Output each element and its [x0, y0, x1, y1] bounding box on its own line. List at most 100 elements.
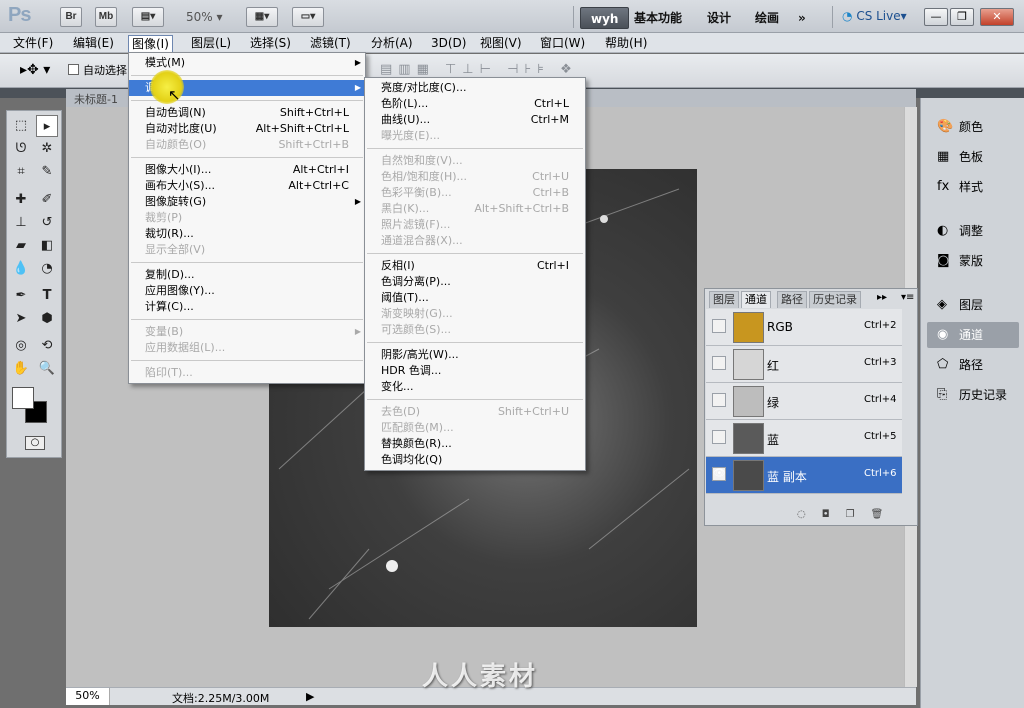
- tab-paths[interactable]: 路径: [777, 291, 807, 308]
- history-brush-icon[interactable]: ↺: [36, 212, 58, 234]
- image-menu-item[interactable]: 图像大小(I)... Alt+Ctrl+I: [129, 162, 365, 178]
- close-button[interactable]: ✕: [980, 8, 1014, 26]
- foreground-color-swatch[interactable]: [12, 387, 34, 409]
- channel-row-rgb[interactable]: RGB Ctrl+2: [706, 309, 902, 346]
- move-tool-icon[interactable]: ▸: [36, 115, 58, 137]
- adjust-menu-item[interactable]: 阴影/高光(W)...: [365, 347, 585, 363]
- channel-row-red[interactable]: 红 Ctrl+3: [706, 346, 902, 383]
- image-menu-item[interactable]: 模式(M) ▶: [129, 55, 365, 71]
- menu-select[interactable]: 选择(S): [247, 35, 294, 52]
- status-zoom-field[interactable]: 50%: [66, 688, 110, 705]
- lasso-tool-icon[interactable]: ᘎ: [10, 138, 32, 160]
- channel-row-blue-copy[interactable]: 👁 蓝 副本 Ctrl+6: [706, 457, 902, 494]
- autoselect-checkbox[interactable]: [68, 64, 79, 75]
- shape-tool-icon[interactable]: ⬢: [36, 308, 58, 330]
- dock-color[interactable]: 🎨 颜色: [927, 114, 1019, 140]
- move-tool-preset-icon[interactable]: ▸✥ ▾: [20, 62, 50, 78]
- eyedropper-icon[interactable]: ✎: [36, 161, 58, 183]
- workspace-wyh[interactable]: wyh: [580, 7, 630, 29]
- workspace-painting[interactable]: 绘画: [745, 7, 789, 29]
- brush-tool-icon[interactable]: ✐: [36, 189, 58, 211]
- menu-edit[interactable]: 编辑(E): [70, 35, 117, 52]
- adjust-menu-item[interactable]: 亮度/对比度(C)...: [365, 80, 585, 96]
- 3d-rotate-icon[interactable]: ◎: [10, 335, 32, 357]
- magic-wand-icon[interactable]: ✲: [36, 138, 58, 160]
- save-selection-icon[interactable]: ◘: [822, 509, 846, 520]
- bridge-button[interactable]: Br: [60, 7, 82, 27]
- dock-styles[interactable]: fx 样式: [927, 174, 1019, 200]
- image-menu-item[interactable]: 应用图像(Y)...: [129, 283, 365, 299]
- visibility-toggle[interactable]: [712, 319, 726, 333]
- menu-analysis[interactable]: 分析(A): [368, 35, 416, 52]
- image-menu-item[interactable]: 画布大小(S)... Alt+Ctrl+C: [129, 178, 365, 194]
- more-workspaces-icon[interactable]: »: [788, 7, 816, 29]
- dock-masks[interactable]: ◙ 蒙版: [927, 248, 1019, 274]
- status-arrow-icon[interactable]: ▶: [306, 690, 314, 703]
- dock-history[interactable]: ⎘ 历史记录: [927, 382, 1019, 408]
- new-channel-icon[interactable]: ❐: [846, 509, 871, 520]
- menu-view[interactable]: 视图(V): [477, 35, 525, 52]
- adjust-menu-item[interactable]: 曲线(U)... Ctrl+M: [365, 112, 585, 128]
- arrange-documents-icon[interactable]: ▦▾: [246, 7, 278, 27]
- dodge-tool-icon[interactable]: ◔: [36, 258, 58, 280]
- menu-layer[interactable]: 图层(L): [188, 35, 234, 52]
- adjust-menu-item[interactable]: 色调分离(P)...: [365, 274, 585, 290]
- image-menu-item[interactable]: 裁切(R)...: [129, 226, 365, 242]
- path-select-icon[interactable]: ➤: [10, 308, 32, 330]
- image-menu-item[interactable]: 复制(D)...: [129, 267, 365, 283]
- trash-icon[interactable]: 🗑: [871, 509, 900, 520]
- align-buttons-icon[interactable]: ▤▥▦ ⊤⊥⊢ ⊣⊦⊧ ❖: [380, 62, 578, 77]
- dock-adjustments[interactable]: ◐ 调整: [927, 218, 1019, 244]
- zoom-tool-icon[interactable]: 🔍: [36, 358, 58, 380]
- dock-channels[interactable]: ◉ 通道: [927, 322, 1019, 348]
- workspace-design[interactable]: 设计: [697, 7, 741, 29]
- tab-history[interactable]: 历史记录: [809, 291, 861, 308]
- menu-filter[interactable]: 滤镜(T): [307, 35, 354, 52]
- blur-tool-icon[interactable]: 💧: [10, 258, 32, 280]
- eraser-tool-icon[interactable]: ▰: [10, 235, 32, 257]
- eye-icon[interactable]: 👁: [712, 467, 726, 481]
- image-menu-item[interactable]: 自动色调(N) Shift+Ctrl+L: [129, 105, 365, 121]
- adjust-menu-item[interactable]: 色阶(L)... Ctrl+L: [365, 96, 585, 112]
- panel-menu-icon[interactable]: ▾≡: [901, 292, 914, 303]
- healing-brush-icon[interactable]: ✚: [10, 189, 32, 211]
- minimize-button[interactable]: —: [924, 8, 948, 26]
- image-menu-item[interactable]: 计算(C)...: [129, 299, 365, 315]
- adjust-menu-item[interactable]: 变化...: [365, 379, 585, 395]
- panel-expand-icon[interactable]: ▸▸: [877, 292, 887, 303]
- tab-layers[interactable]: 图层: [709, 291, 739, 308]
- dock-layers[interactable]: ◈ 图层: [927, 292, 1019, 318]
- channel-row-blue[interactable]: 蓝 Ctrl+5: [706, 420, 902, 457]
- menu-3d[interactable]: 3D(D): [428, 35, 469, 52]
- menu-help[interactable]: 帮助(H): [602, 35, 650, 52]
- adjust-menu-item[interactable]: 替换颜色(R)...: [365, 436, 585, 452]
- visibility-toggle[interactable]: [712, 356, 726, 370]
- hand-tool-icon[interactable]: ✋: [10, 358, 32, 380]
- visibility-toggle[interactable]: [712, 393, 726, 407]
- gradient-tool-icon[interactable]: ◧: [36, 235, 58, 257]
- adjust-menu-item[interactable]: 反相(I) Ctrl+I: [365, 258, 585, 274]
- adjust-menu-item[interactable]: 阈值(T)...: [365, 290, 585, 306]
- tab-channels[interactable]: 通道: [741, 291, 771, 308]
- 3d-orbit-icon[interactable]: ⟲: [36, 335, 58, 357]
- cs-live-button[interactable]: ◔ CS Live▾: [842, 9, 907, 23]
- workspace-essentials[interactable]: 基本功能: [624, 7, 692, 29]
- dock-paths[interactable]: ⬠ 路径: [927, 352, 1019, 378]
- type-tool-icon[interactable]: T: [36, 285, 58, 307]
- image-menu-item[interactable]: 图像旋转(G) ▶: [129, 194, 365, 210]
- screen-mode-icon[interactable]: ▭▾: [292, 7, 324, 27]
- marquee-tool-icon[interactable]: ⬚: [10, 115, 32, 137]
- crop-tool-icon[interactable]: ⌗: [10, 161, 32, 183]
- quick-mask-icon[interactable]: ○: [25, 436, 45, 450]
- pen-tool-icon[interactable]: ✒: [10, 285, 32, 307]
- adjust-menu-item[interactable]: HDR 色调...: [365, 363, 585, 379]
- load-selection-icon[interactable]: ◌: [797, 509, 822, 520]
- maximize-button[interactable]: ❐: [950, 8, 974, 26]
- minibridge-button[interactable]: Mb: [95, 7, 117, 27]
- dock-swatches[interactable]: ▦ 色板: [927, 144, 1019, 170]
- menu-image[interactable]: 图像(I): [128, 35, 173, 52]
- clone-stamp-icon[interactable]: ⊥: [10, 212, 32, 234]
- adjust-menu-item[interactable]: 色调均化(Q): [365, 452, 585, 468]
- channel-row-green[interactable]: 绿 Ctrl+4: [706, 383, 902, 420]
- menu-window[interactable]: 窗口(W): [537, 35, 588, 52]
